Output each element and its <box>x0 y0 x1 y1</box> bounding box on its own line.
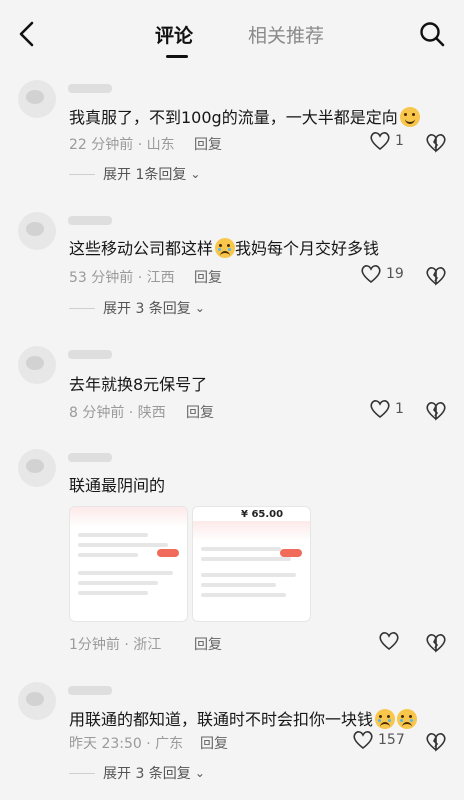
username[interactable] <box>68 216 112 225</box>
screenshot-line <box>78 581 158 585</box>
screenshot-line <box>78 533 148 537</box>
screenshot-line <box>201 583 276 587</box>
broken-heart-icon[interactable] <box>425 400 447 422</box>
top-bar: 评论 相关推荐 <box>0 0 464 70</box>
comment-text: 联通最阴间的 <box>69 476 166 495</box>
comment-text: 用联通的都知道，联通时不时会扣你一块钱 <box>69 706 418 730</box>
screenshot-header <box>193 521 310 541</box>
expand-replies-label: 展开 3 条回复 <box>103 301 191 317</box>
comment-image[interactable]: ¥ 65.00 <box>192 506 311 622</box>
like-count: 1 <box>395 133 404 149</box>
comment-text: 去年就换8元保号了 <box>69 375 208 394</box>
crying-emoji-icon <box>397 709 418 729</box>
expand-replies-label: 展开 3 条回复 <box>103 766 191 782</box>
divider <box>69 772 95 774</box>
chevron-down-icon: ⌄ <box>190 167 201 181</box>
expand-replies[interactable]: 展开 1条回复 ⌄ <box>69 164 200 184</box>
broken-heart-icon[interactable] <box>425 632 447 654</box>
like-button[interactable]: 19 <box>360 264 404 284</box>
avatar[interactable] <box>18 212 56 250</box>
screenshot-line <box>78 571 173 575</box>
divider <box>69 173 95 175</box>
username[interactable] <box>68 350 112 359</box>
grin-sweat-emoji-icon <box>399 107 420 127</box>
avatar[interactable] <box>18 449 56 487</box>
crying-emoji-icon <box>375 709 396 729</box>
screenshot-line <box>201 573 296 577</box>
username[interactable] <box>68 84 112 93</box>
comment-meta: 53 分钟前 · 江西 <box>69 270 175 286</box>
like-button[interactable]: 1 <box>369 131 404 151</box>
expand-replies-label: 展开 1条回复 <box>103 167 187 183</box>
screenshot-header <box>70 507 187 527</box>
broken-heart-icon[interactable] <box>425 132 447 154</box>
like-button[interactable]: 1 <box>369 399 404 419</box>
broken-heart-icon[interactable] <box>425 265 447 287</box>
screenshot-button <box>280 549 302 557</box>
search-icon[interactable] <box>418 20 446 48</box>
comment-text: 我真服了，不到100g的流量，一大半都是定向 <box>69 104 420 128</box>
comment-meta: 8 分钟前 · 陕西 <box>69 405 166 421</box>
comment-text: 这些移动公司都这样 我妈每个月交好多钱 <box>69 238 380 258</box>
comment-meta: 昨天 23:50 · 广东 <box>69 736 184 752</box>
reply-button[interactable]: 回复 <box>186 402 214 422</box>
reply-button[interactable]: 回复 <box>194 634 222 654</box>
screenshot-button <box>157 549 179 557</box>
avatar[interactable] <box>18 682 56 720</box>
screenshot-line <box>201 593 286 597</box>
expand-replies[interactable]: 展开 3 条回复 ⌄ <box>69 763 205 783</box>
like-button[interactable]: 157 <box>352 730 405 750</box>
screenshot-line <box>78 591 148 595</box>
screenshot-line <box>78 553 138 557</box>
expand-replies[interactable]: 展开 3 条回复 ⌄ <box>69 298 205 318</box>
tab-related[interactable]: 相关推荐 <box>248 21 324 48</box>
crying-emoji-icon <box>215 238 236 258</box>
reply-button[interactable]: 回复 <box>200 733 228 753</box>
comment-meta: 1分钟前 · 浙江 <box>69 637 162 653</box>
screenshot-line <box>201 557 291 561</box>
chevron-down-icon: ⌄ <box>194 301 205 315</box>
avatar[interactable] <box>18 346 56 384</box>
heart-icon <box>379 632 399 651</box>
price-label: ¥ 65.00 <box>241 509 284 520</box>
reply-button[interactable]: 回复 <box>194 267 222 287</box>
back-arrow-icon[interactable] <box>14 20 40 48</box>
username[interactable] <box>68 453 112 462</box>
divider <box>69 307 95 309</box>
chevron-down-icon: ⌄ <box>194 766 205 780</box>
avatar[interactable] <box>18 80 56 118</box>
comment-image[interactable] <box>69 506 188 622</box>
username[interactable] <box>68 686 112 695</box>
heart-icon <box>370 400 390 419</box>
heart-icon <box>361 265 381 284</box>
screenshot-line <box>78 543 168 547</box>
screenshot-line <box>201 547 281 551</box>
heart-icon <box>370 132 390 151</box>
comment-meta: 22 分钟前 · 山东 <box>69 137 175 153</box>
heart-icon <box>353 731 373 750</box>
reply-button[interactable]: 回复 <box>194 134 222 154</box>
like-count: 1 <box>395 401 404 417</box>
like-button[interactable] <box>378 631 400 651</box>
active-tab-indicator <box>166 55 188 58</box>
like-count: 157 <box>378 732 405 748</box>
like-count: 19 <box>386 266 404 282</box>
tab-comments[interactable]: 评论 <box>155 21 193 48</box>
broken-heart-icon[interactable] <box>425 731 447 753</box>
